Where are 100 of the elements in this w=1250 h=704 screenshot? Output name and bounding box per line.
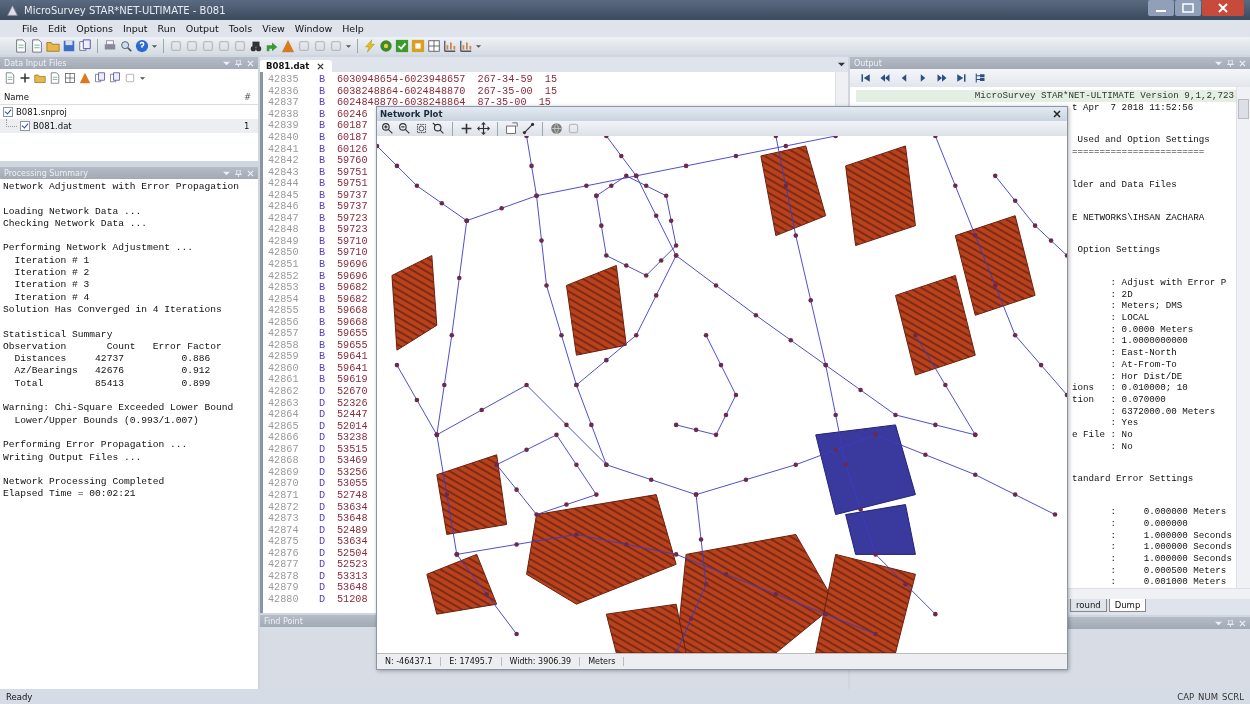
document-icon[interactable]	[49, 72, 61, 84]
record-code: D	[319, 593, 327, 605]
line-icon[interactable]	[522, 122, 535, 135]
square-icon[interactable]	[411, 39, 425, 53]
record-text: 51208	[337, 593, 368, 605]
duplicate-icon[interactable]	[109, 72, 121, 84]
tree-row[interactable]: B081.dat 1	[0, 119, 258, 133]
pin-icon[interactable]	[235, 169, 242, 177]
plot-status-field: Width: 3906.39	[501, 657, 581, 666]
record-code: B	[319, 224, 327, 236]
menu-item[interactable]: File	[18, 23, 42, 34]
record-text: 52489	[337, 524, 368, 536]
print-preview-icon[interactable]	[119, 39, 133, 53]
record-text: 59710	[337, 235, 368, 247]
record-code: D	[319, 513, 327, 525]
line-number: 42865	[267, 420, 300, 432]
zoom-previous-icon[interactable]	[432, 122, 445, 135]
menu-item[interactable]: Window	[290, 23, 337, 34]
save-icon[interactable]	[62, 39, 76, 53]
chart-icon[interactable]	[459, 39, 473, 53]
output-line: : East-North	[1109, 347, 1178, 359]
record-text: 52523	[337, 559, 368, 571]
file-tab[interactable]: B081.dat	[260, 60, 333, 72]
print-icon[interactable]	[103, 39, 117, 53]
menu-item[interactable]: Options	[72, 23, 117, 34]
menu-item[interactable]: Edit	[43, 23, 71, 34]
record-text: 53515	[337, 443, 368, 455]
fast-forward-icon[interactable]	[936, 72, 948, 84]
record-text: 59710	[337, 247, 368, 259]
close-icon[interactable]	[1053, 110, 1061, 118]
output-line: : 0.000000	[1109, 517, 1189, 530]
add-icon[interactable]	[19, 72, 31, 84]
output-line: : 1.0000000000	[1109, 335, 1189, 348]
pin-icon[interactable]	[235, 59, 242, 67]
menu-item[interactable]: Help	[338, 23, 368, 34]
record-code: B	[319, 155, 327, 167]
remove-icon[interactable]	[79, 72, 91, 84]
first-icon[interactable]	[860, 72, 872, 84]
app-icon	[6, 3, 19, 17]
record-text: 6024848870-6038248864 87-35-00 15	[337, 97, 551, 109]
globe-icon[interactable]	[550, 122, 563, 135]
menu-item[interactable]: Output	[181, 23, 223, 34]
column-header[interactable]: #	[244, 92, 258, 102]
tree-icon[interactable]	[974, 72, 986, 84]
folder-icon[interactable]	[46, 39, 60, 53]
new-file-icon[interactable]	[30, 39, 44, 53]
record-text: 60187	[337, 120, 368, 132]
record-code: D	[319, 397, 327, 409]
record-text: 59668	[337, 316, 368, 328]
close-icon[interactable]	[317, 62, 325, 70]
output-line: t Apr 7 2018 11:52:56	[1071, 101, 1195, 114]
record-code: D	[319, 559, 327, 571]
warning-icon[interactable]	[281, 39, 295, 53]
plot-status-field: Meters	[580, 657, 625, 666]
pin-icon[interactable]	[1227, 59, 1234, 67]
checkbox[interactable]	[3, 107, 13, 117]
checkbox[interactable]	[20, 121, 30, 131]
fast-back-icon[interactable]	[879, 72, 891, 84]
output-tab[interactable]: round	[1070, 599, 1107, 613]
record-code: B	[319, 97, 327, 109]
summary-line: Performing Network Adjustment ...	[3, 242, 194, 255]
list-icon[interactable]	[64, 72, 76, 84]
record-text: 59619	[337, 374, 368, 386]
output-tab[interactable]: Dump	[1108, 599, 1147, 613]
pin-icon[interactable]	[1227, 619, 1234, 627]
record-text: 59751	[337, 166, 368, 178]
record-text: 52504	[337, 547, 368, 559]
check-icon[interactable]	[395, 39, 409, 53]
save-all-icon[interactable]	[78, 39, 92, 53]
menu-item[interactable]: Run	[153, 23, 180, 34]
zoom-window-icon[interactable]	[505, 122, 518, 135]
chart-icon[interactable]	[443, 39, 457, 53]
column-header[interactable]: Name	[0, 92, 244, 102]
scrollbar[interactable]	[1236, 87, 1250, 589]
record-text: 52326	[337, 397, 368, 409]
summary-line: Warning: Chi-Square Exceeded Lower Bound	[3, 402, 235, 415]
pan-icon[interactable]	[477, 122, 490, 135]
menu-item[interactable]: Tools	[224, 23, 257, 34]
output-line: : 0.000500 Meters	[1109, 564, 1228, 577]
zoom-extents-icon[interactable]	[415, 122, 428, 135]
menu-item[interactable]: View	[258, 23, 289, 34]
document-icon[interactable]	[14, 39, 28, 53]
lightning-icon[interactable]	[363, 39, 377, 53]
dropdown-caret-icon[interactable]	[838, 61, 845, 68]
help-icon[interactable]	[135, 39, 149, 53]
binoculars-icon[interactable]	[249, 39, 263, 53]
zoom-out-icon[interactable]	[398, 122, 411, 135]
grid-icon[interactable]	[427, 39, 441, 53]
gear-icon[interactable]	[379, 39, 393, 53]
close-button[interactable]	[1202, 0, 1244, 16]
duplicate-icon[interactable]	[94, 72, 106, 84]
crosshair-icon[interactable]	[460, 122, 473, 135]
line-number: 42875	[267, 536, 300, 548]
summary-line: Performing Error Propagation ...	[3, 439, 189, 452]
menu-item[interactable]: Input	[118, 23, 152, 34]
minimize-button[interactable]	[1148, 0, 1174, 16]
zoom-in-icon[interactable]	[381, 122, 394, 135]
tree-row[interactable]: B081.snproj	[0, 105, 258, 119]
maximize-button[interactable]	[1175, 0, 1201, 16]
last-icon[interactable]	[955, 72, 967, 84]
